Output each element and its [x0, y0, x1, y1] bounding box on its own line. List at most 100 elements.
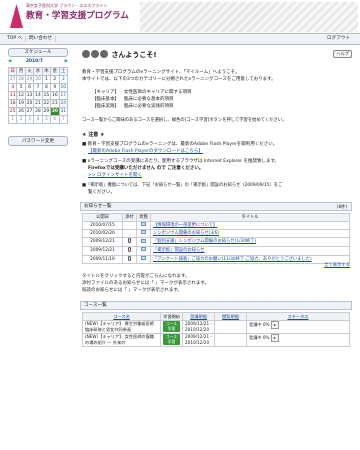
calendar-day[interactable]: 6 [24, 83, 35, 92]
calendar-day[interactable]: 17 [58, 91, 69, 100]
table-row: (NEW)【キャリア】 女性医師の復職の場の紹介 — 外来の コース学習 200… [82, 333, 350, 347]
calendar-day[interactable]: 15 [41, 91, 52, 100]
nav-contact-link[interactable]: 問い合わせ [26, 36, 56, 43]
calendar-day[interactable]: 19 [16, 99, 26, 108]
calendar-day[interactable]: 24 [58, 99, 69, 108]
org-name: 東京女子医科大学 ブラウン・スエスクライン [26, 3, 108, 8]
view-period [214, 320, 247, 334]
calendar-day[interactable]: 5 [41, 115, 52, 124]
table-row[interactable]: 2010/07/15 【情報環境の一部変更について】 [82, 221, 350, 230]
calendar-day[interactable]: 4 [33, 115, 43, 124]
help-button[interactable]: ヘルプ [333, 50, 352, 58]
calendar-day[interactable]: 18 [7, 99, 18, 108]
calendar-day[interactable]: 31 [58, 107, 69, 116]
hint-text: タイトルをクリックすると内容がごらんになれます。 [82, 274, 190, 279]
nav-top-link[interactable]: TOP へ [4, 36, 27, 43]
calendar-day[interactable]: 29 [41, 107, 52, 116]
table-row: (NEW)【キャリア】 厚生労働省医師臨床研修と男女共同参画 コース学習 200… [82, 320, 350, 334]
calendar-day[interactable]: 12 [16, 91, 26, 100]
calendar-day[interactable]: 9 [50, 83, 60, 92]
calendar-day[interactable]: 1 [41, 75, 52, 84]
calendar-day[interactable]: 11 [7, 91, 18, 100]
category-item: 【キャリア】 女性医師のキャリアに関する項目 [92, 90, 192, 96]
news-title-link[interactable]: 【情報環境の一部変更について】 [150, 221, 350, 230]
table-header-row: コース名 学習開始 受講期間 閲覧期間 ステータス [82, 312, 350, 321]
course-start-button[interactable]: コース学習 [163, 321, 180, 332]
calendar-prev-icon[interactable]: ◀ [8, 59, 11, 65]
calendar-day[interactable]: 6 [50, 115, 60, 124]
calendar-day[interactable]: 14 [33, 91, 43, 100]
column-header[interactable]: ステータス [246, 312, 350, 321]
status-button[interactable]: ▸ [270, 334, 279, 342]
course-start-button[interactable]: コース学習 [163, 334, 180, 345]
category-term: 【臨床基本】 [92, 97, 119, 102]
schedule-button[interactable]: スケジュール [8, 48, 68, 57]
calendar-day[interactable]: 5 [16, 83, 26, 92]
calendar-day[interactable]: 7 [58, 115, 69, 124]
password-change-button[interactable]: パスワード変更 [8, 136, 68, 146]
calendar-header: ◀ 2010/7 ▶ [8, 59, 68, 66]
calendar-day[interactable]: 28 [33, 107, 43, 116]
calendar-day-today[interactable]: 30 [50, 107, 60, 116]
column-header: タイトル [150, 213, 350, 222]
news-title-link[interactable]: 「掲示板」開設のお知らせ [150, 245, 350, 256]
column-header: 公開日 [82, 213, 123, 222]
news-title-link[interactable]: 「個別支援」シンポジウム開催のお知らせ(1/30終了) [150, 237, 350, 247]
table-row[interactable]: 2009/11/16 「アンケート調査」ご協力のお願い(11/30終了,ご協力、… [82, 254, 350, 265]
show-all-link[interactable]: 全て表示する [324, 263, 350, 269]
news-table: 公開日 添付 状態 タイトル 2010/07/15 【情報環境の一部変更について… [82, 213, 350, 265]
table-row[interactable]: 2009/12/21 「掲示板」開設のお知らせ [82, 245, 350, 256]
column-header: 添付 [122, 213, 137, 222]
calendar-day[interactable]: 2 [16, 115, 26, 124]
news-title-link[interactable]: シンポジウム開催のお知らせ(3/6) [150, 229, 350, 238]
column-header[interactable]: 閲覧期間 [214, 312, 247, 321]
calendar-day[interactable]: 30 [33, 75, 43, 84]
table-row[interactable]: 2010/02/26 シンポジウム開催のお知らせ(3/6) [82, 229, 350, 238]
news-title-link[interactable]: 「アンケート調査」ご協力のお願い(11/30終了,ご協力、ありがとうございました… [150, 254, 350, 265]
course-period: 2009/12/21 - 2010/12/20 [182, 333, 215, 347]
weekday: 土 [58, 67, 69, 76]
login-site-link[interactable]: >> ログインサイトを開く [88, 173, 142, 179]
calendar-day[interactable]: 10 [58, 83, 69, 92]
calendar-day[interactable]: 29 [24, 75, 35, 84]
read-status-cell [136, 254, 151, 265]
calendar-day[interactable]: 7 [33, 83, 43, 92]
column-header[interactable]: コース名 [82, 312, 161, 321]
calendar-day[interactable]: 27 [7, 75, 18, 84]
calendar-day[interactable]: 20 [24, 99, 35, 108]
weekday: 金 [50, 67, 60, 76]
weekday: 木 [41, 67, 52, 76]
attachment-icon [128, 247, 131, 252]
calendar-day[interactable]: 21 [33, 99, 43, 108]
calendar-day[interactable]: 22 [41, 99, 52, 108]
notice-text: ■ eラーニングコースの受講にあたり、使用するブラウザは Internet Ex… [82, 159, 279, 164]
read-icon [141, 238, 146, 243]
attachment-icon [128, 238, 131, 243]
notice-text: 覧ください。 [88, 190, 115, 195]
logout-link[interactable]: ログアウト [324, 36, 353, 42]
calendar-day[interactable]: 28 [16, 75, 26, 84]
calendar-day[interactable]: 8 [41, 83, 52, 92]
calendar-day[interactable]: 16 [50, 91, 60, 100]
calendar-day[interactable]: 4 [7, 83, 18, 92]
notice-text: Firefoxでは受講いただけません ので ご注意ください。 [88, 166, 204, 171]
calendar-day[interactable]: 3 [58, 75, 69, 84]
calendar-day[interactable]: 2 [50, 75, 60, 84]
flash-download-link[interactable]: 【最新のAdobe Flash Playerのダウンロードはこちら】 [88, 149, 203, 155]
calendar-day[interactable]: 3 [24, 115, 35, 124]
name-mask-icon [100, 50, 108, 58]
attachment-cell [122, 254, 137, 265]
calendar-next-icon[interactable]: ▶ [65, 59, 68, 65]
status-button[interactable]: ▸ [270, 321, 279, 329]
calendar-day[interactable]: 1 [7, 115, 18, 124]
calendar-day[interactable]: 23 [50, 99, 60, 108]
table-row[interactable]: 2009/12/21 「個別支援」シンポジウム開催のお知らせ(1/30終了) [82, 237, 350, 247]
calendar-day[interactable]: 26 [16, 107, 26, 116]
read-status-cell [136, 245, 151, 256]
column-header[interactable]: 受講期間 [182, 312, 215, 321]
calendar-day[interactable]: 13 [24, 91, 35, 100]
name-mask-icon [82, 50, 90, 58]
calendar-day[interactable]: 27 [24, 107, 35, 116]
view-period [214, 333, 247, 347]
calendar-day[interactable]: 25 [7, 107, 18, 116]
